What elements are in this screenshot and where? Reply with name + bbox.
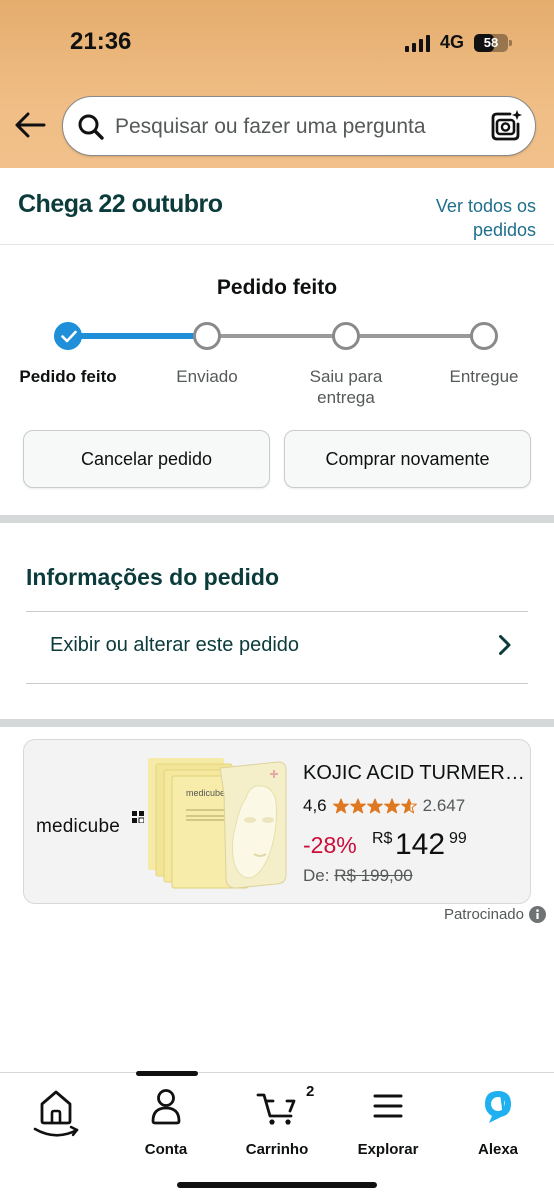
see-all-orders-link-line1: Ver todos os — [435, 196, 536, 216]
star-icon — [366, 798, 383, 814]
step-label-delivered-text: Entregue — [449, 367, 519, 386]
sponsored-product-card[interactable]: medicube medicube KOJIC ACID TURMERIC… 4… — [23, 739, 531, 904]
product-rating: 4,6 2.647 — [303, 796, 465, 816]
rating-value: 4,6 — [303, 796, 327, 815]
price-whole: 142 — [395, 828, 446, 861]
info-icon — [529, 906, 546, 923]
divider — [26, 683, 528, 684]
status-time: 21:36 — [70, 28, 132, 55]
order-status-title: Pedido feito — [216, 276, 338, 299]
camera-search-icon[interactable] — [489, 109, 523, 143]
brand-logo-mark-icon — [132, 811, 144, 823]
see-all-orders-link[interactable]: Ver todos os pedidos — [396, 194, 536, 242]
battery-level: 58 — [483, 34, 499, 50]
step-label-out-for-delivery-line2: entrega — [317, 388, 375, 407]
section-divider — [0, 515, 554, 523]
step-label-ordered-text: Pedido feito — [19, 367, 117, 386]
sponsored-label-text: Patrocinado — [443, 906, 524, 923]
menu-icon — [371, 1087, 405, 1132]
cancel-order-button[interactable]: Cancelar pedido — [23, 430, 270, 488]
step-label-shipped: Enviado — [147, 366, 267, 387]
arrival-date-title: Chega 22 outubro — [18, 190, 223, 218]
nav-cart-label: Carrinho — [245, 1141, 309, 1158]
cellular-signal-icon — [404, 34, 430, 52]
nav-alexa-label: Alexa — [477, 1141, 519, 1158]
price-fraction: 99 — [449, 830, 467, 847]
step-label-ordered: Pedido feito — [8, 366, 128, 387]
home-indicator — [177, 1182, 377, 1188]
rating-stars — [332, 798, 417, 814]
nav-home[interactable] — [6, 1087, 106, 1159]
checkmark-icon — [61, 330, 77, 343]
brand-logo: medicube — [36, 811, 144, 838]
nav-alexa[interactable]: Alexa — [448, 1087, 548, 1159]
star-icon — [332, 798, 349, 814]
list-price-prefix: De: — [303, 866, 330, 885]
step-label-out-for-delivery-line1: Saiu para — [309, 367, 383, 386]
back-arrow-icon[interactable] — [14, 110, 50, 140]
alexa-icon — [480, 1087, 516, 1132]
order-info-title: Informações do pedido — [26, 564, 280, 590]
review-count: 2.647 — [422, 796, 466, 815]
star-icon — [383, 798, 400, 814]
step-node-delivered — [470, 322, 498, 350]
home-icon — [31, 1087, 81, 1148]
buy-again-button[interactable]: Comprar novamente — [284, 430, 531, 488]
chevron-right-icon — [498, 634, 512, 661]
account-icon — [149, 1087, 183, 1132]
list-price: De: R$ 199,00 — [303, 866, 413, 886]
view-edit-order-label: Exibir ou alterar este pedido — [50, 634, 300, 656]
step-node-out-for-delivery — [332, 322, 360, 350]
active-tab-indicator — [136, 1071, 198, 1076]
nav-account-label: Conta — [144, 1141, 188, 1158]
product-title: KOJIC ACID TURMERIC… — [303, 762, 525, 784]
nav-account[interactable]: Conta — [116, 1087, 216, 1159]
nav-cart[interactable]: 2 Carrinho — [227, 1083, 327, 1159]
app-header: 21:36 4G 58 — [0, 0, 554, 168]
search-input[interactable] — [115, 107, 475, 147]
product-image: medicube — [146, 754, 288, 894]
discount-badge: -28% — [303, 832, 357, 858]
star-icon — [400, 798, 417, 814]
list-price-value: R$ 199,00 — [334, 866, 413, 885]
brand-logo-text: medicube — [36, 816, 120, 837]
sponsored-label[interactable]: Patrocinado — [444, 906, 546, 923]
battery-icon: 58 — [474, 33, 512, 52]
nav-explore-label: Explorar — [357, 1141, 419, 1158]
status-indicators: 4G 58 — [404, 32, 512, 53]
view-edit-order-row[interactable]: Exibir ou alterar este pedido — [26, 612, 528, 682]
step-label-delivered: Entregue — [424, 366, 544, 387]
see-all-orders-link-line2: pedidos — [472, 220, 536, 240]
search-bar[interactable] — [62, 96, 536, 156]
search-icon — [77, 113, 105, 141]
star-icon — [349, 798, 366, 814]
nav-explore[interactable]: Explorar — [338, 1087, 438, 1159]
progress-track-completed — [68, 333, 207, 339]
step-node-ordered — [54, 322, 82, 350]
section-divider — [0, 719, 554, 727]
step-label-out-for-delivery: Saiu para entrega — [286, 366, 406, 408]
divider — [0, 244, 554, 245]
step-node-shipped — [193, 322, 221, 350]
product-package-brand-text: medicube — [186, 788, 225, 798]
status-bar: 21:36 4G 58 — [0, 24, 554, 60]
bottom-navigation: Conta 2 Carrinho Explorar Alexa — [0, 1071, 554, 1200]
step-label-shipped-text: Enviado — [176, 367, 238, 386]
price-currency: R$ — [372, 830, 393, 847]
cart-count: 2 — [306, 1083, 315, 1100]
network-type: 4G — [439, 32, 464, 52]
cart-icon: 2 — [255, 1083, 314, 1132]
